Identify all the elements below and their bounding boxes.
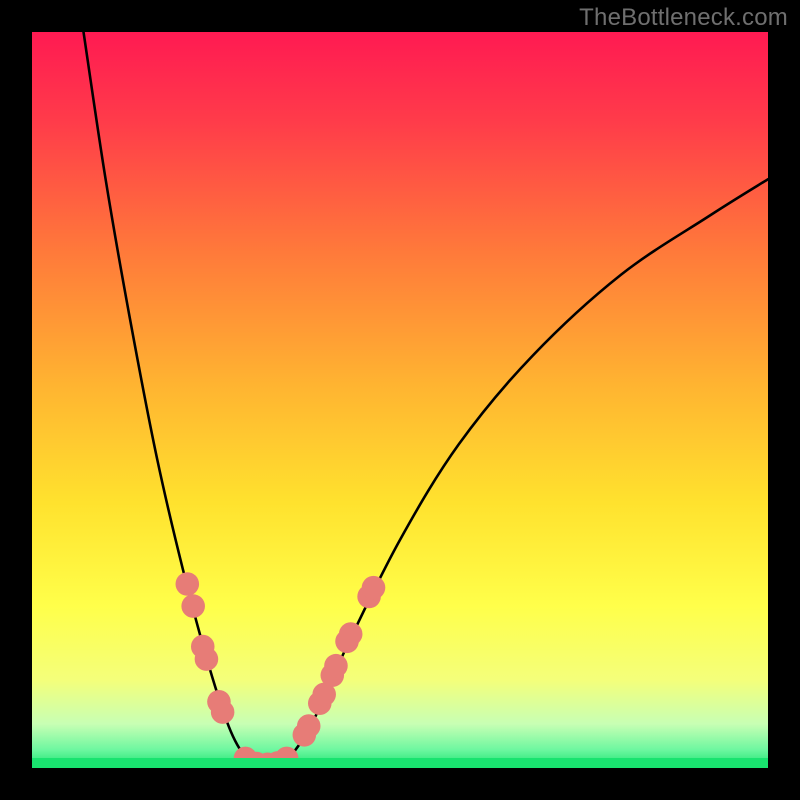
marker-dot xyxy=(297,714,321,738)
marker-dot xyxy=(339,622,363,646)
marker-dot xyxy=(176,572,200,596)
marker-dot xyxy=(324,654,348,678)
marker-dot xyxy=(211,700,235,724)
marker-dot xyxy=(181,594,205,618)
watermark-text: TheBottleneck.com xyxy=(579,4,788,32)
plot-area xyxy=(32,32,768,768)
marker-dot xyxy=(362,576,386,600)
bottleneck-curve xyxy=(84,32,768,766)
marker-group xyxy=(176,572,386,768)
marker-dot xyxy=(195,647,219,671)
optimal-band xyxy=(32,758,768,768)
chart-frame: TheBottleneck.com xyxy=(0,0,800,800)
chart-svg xyxy=(32,32,768,768)
